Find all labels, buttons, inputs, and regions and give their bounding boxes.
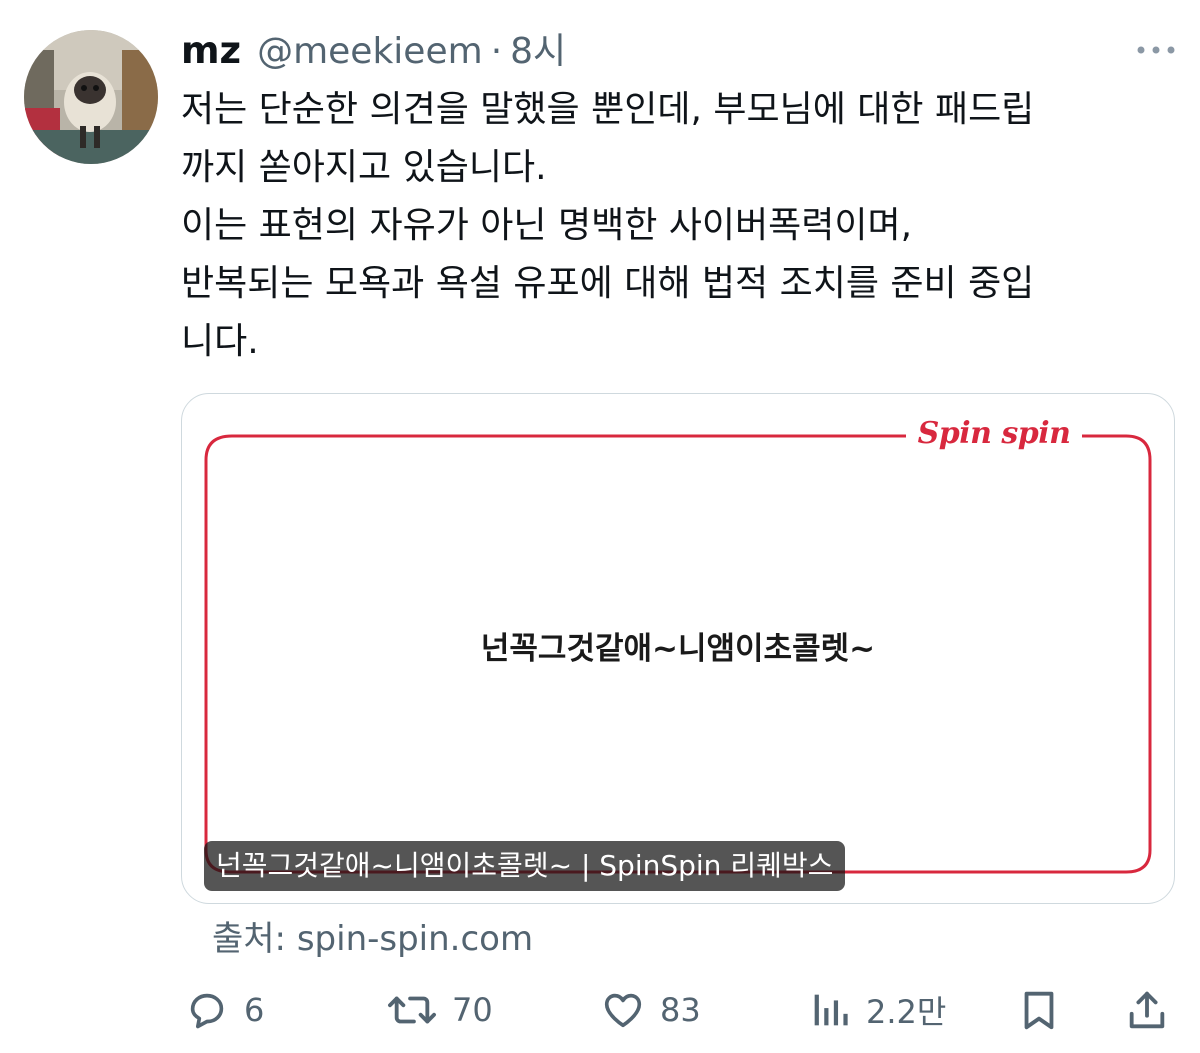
- display-name[interactable]: mz: [181, 26, 241, 76]
- share-icon: [1129, 991, 1165, 1029]
- views-button[interactable]: 2.2만: [808, 980, 946, 1040]
- avatar-image: [24, 30, 158, 164]
- more-options-button[interactable]: [1132, 36, 1180, 64]
- bookmark-icon: [1024, 991, 1054, 1030]
- reply-bubble-icon: [190, 993, 224, 1029]
- like-button[interactable]: 83: [600, 980, 701, 1040]
- tweet-actions-bar: 6 70 83 2.2만: [180, 980, 1180, 1040]
- link-preview-card[interactable]: Spin spin 넌꼭그것같애~니앰이초콜렛~ 넌꼭그것같애~니앰이초콜렛~ …: [181, 393, 1175, 904]
- tweet-text: 저는 단순한 의견을 말했을 뿐인데, 부모님에 대한 패드립 까지 쏟아지고 …: [181, 81, 1171, 371]
- bookmark-button[interactable]: [1016, 980, 1062, 1040]
- retweet-icon: [388, 996, 436, 1024]
- like-count: 83: [660, 991, 701, 1029]
- card-question-text: 넌꼭그것같애~니앰이초콜렛~: [480, 631, 876, 667]
- tweet-text-line: 니다.: [181, 321, 259, 362]
- user-handle[interactable]: @meekieem: [257, 27, 483, 77]
- tweet-text-line: 저는 단순한 의견을 말했을 뿐인데, 부모님에 대한 패드립: [181, 89, 1035, 130]
- reply-count: 6: [244, 991, 265, 1029]
- tweet-header: mz @meekieem · 8시: [181, 26, 566, 76]
- heart-icon: [604, 993, 642, 1028]
- views-count: 2.2만: [866, 993, 947, 1031]
- card-source-link[interactable]: 출처: spin-spin.com: [212, 913, 533, 965]
- tweet-text-line: 까지 쏟아지고 있습니다.: [181, 147, 547, 188]
- share-button[interactable]: [1124, 980, 1170, 1040]
- header-separator: ·: [490, 31, 503, 72]
- retweet-button[interactable]: 70: [386, 980, 493, 1040]
- tweet-text-line: 이는 표현의 자유가 아닌 명백한 사이버폭력이며,: [181, 205, 913, 246]
- more-horizontal-icon: [1137, 46, 1175, 54]
- tweet-timestamp[interactable]: 8시: [510, 27, 566, 77]
- avatar[interactable]: [24, 30, 158, 164]
- retweet-count: 70: [452, 991, 493, 1029]
- card-caption: 넌꼭그것같애~니앰이초콜렛~ | SpinSpin 리퀘박스: [204, 841, 846, 891]
- reply-button[interactable]: 6: [184, 980, 264, 1040]
- tweet-text-line: 반복되는 모욕과 욕설 유포에 대해 법적 조치를 준비 중입: [181, 263, 1035, 304]
- views-chart-icon: [814, 994, 848, 1026]
- spinspin-logo: Spin spin: [906, 412, 1082, 456]
